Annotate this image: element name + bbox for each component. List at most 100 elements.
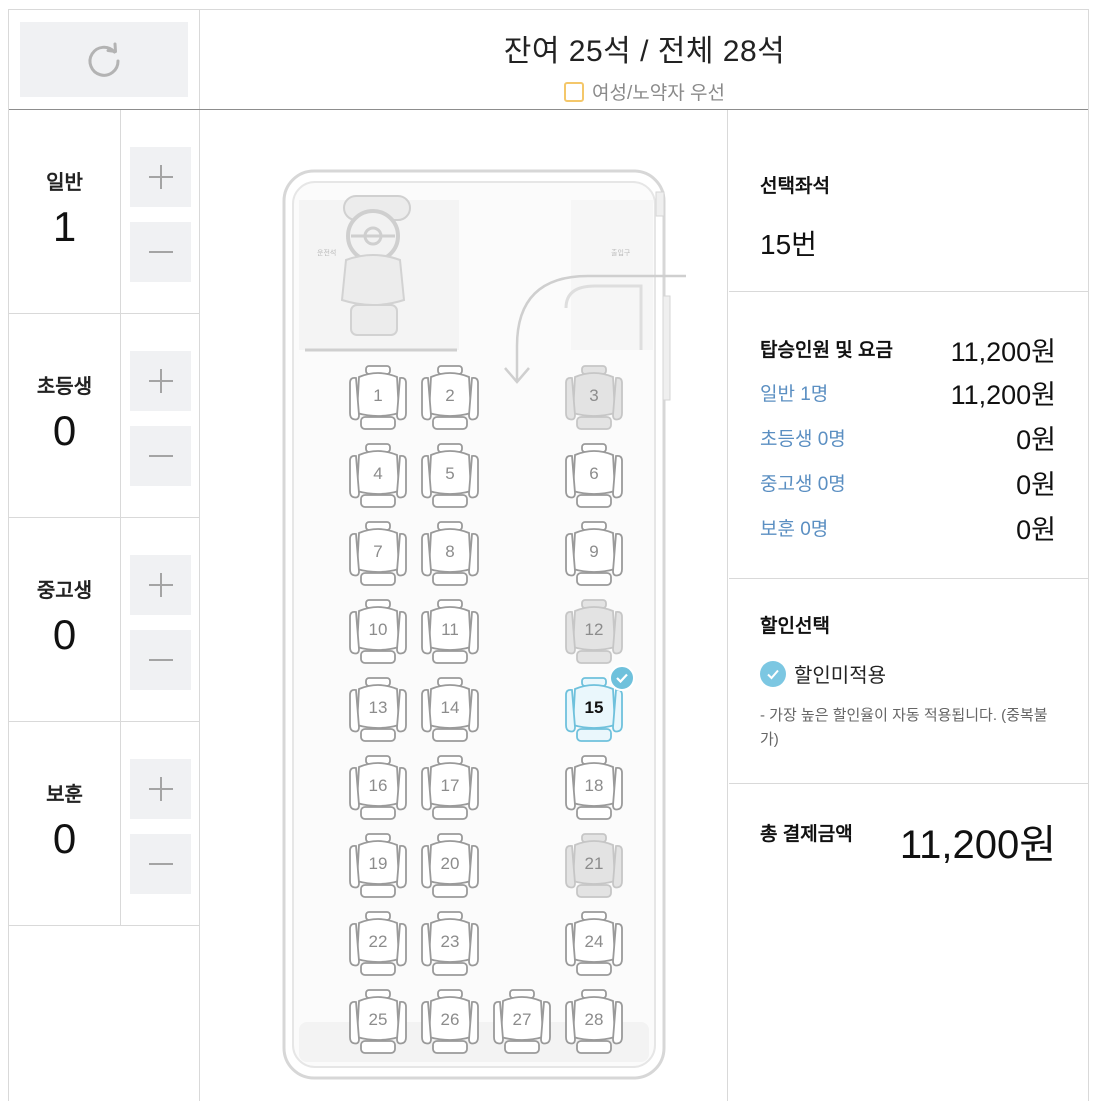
total-section: 총 결제금액 11,200원 xyxy=(729,784,1088,984)
passenger-counters: 일반 1 초등생 0 중고생 0 보훈 0 xyxy=(9,110,200,1101)
seat-26[interactable]: 26 xyxy=(419,987,481,1057)
seat-27[interactable]: 27 xyxy=(491,987,553,1057)
seat-number: 10 xyxy=(368,620,388,639)
driver-seat-label: 운전석 xyxy=(317,248,336,257)
seat-11[interactable]: 11 xyxy=(419,597,481,667)
fare-header-row: 탑승인원 및 요금 11,200원 xyxy=(760,330,1056,370)
counter-label: 중고생 xyxy=(36,580,93,602)
discount-option-none[interactable]: 할인미적용 xyxy=(760,659,886,688)
seat-number: 11 xyxy=(441,620,459,639)
seat-number: 3 xyxy=(589,386,599,405)
seat-23[interactable]: 23 xyxy=(419,909,481,979)
seat-number: 6 xyxy=(589,464,599,483)
priority-legend-label: 여성/노약자 우선 xyxy=(592,83,725,104)
seat-20[interactable]: 20 xyxy=(419,831,481,901)
fare-value: 11,200원 xyxy=(950,380,1056,410)
seat-number: 8 xyxy=(445,542,455,561)
seat-15[interactable]: 15 xyxy=(563,665,635,745)
counter-value: 0 xyxy=(52,815,77,862)
seat-6[interactable]: 6 xyxy=(563,441,625,511)
discount-note: - 가장 높은 할인율이 자동 적용됩니다. (중복불가) xyxy=(760,707,1048,748)
seat-number: 28 xyxy=(584,1010,604,1029)
fare-row-veteran: 보훈 0명 0원 xyxy=(760,511,1056,551)
counter-label: 일반 xyxy=(46,172,83,194)
checkmark-icon xyxy=(609,665,635,691)
counter-secondary: 중고생 0 xyxy=(9,518,199,722)
plus-icon xyxy=(148,369,173,393)
fare-label: 일반 1명 xyxy=(760,384,829,405)
counter-general: 일반 1 xyxy=(9,110,199,314)
increment-veteran-button[interactable] xyxy=(130,759,191,819)
seat-number: 20 xyxy=(440,854,460,873)
seat-14[interactable]: 14 xyxy=(419,675,481,745)
seat-number: 2 xyxy=(445,386,455,405)
seat-19[interactable]: 19 xyxy=(347,831,409,901)
decrement-general-button[interactable] xyxy=(130,222,191,282)
seat-12: 12 xyxy=(563,597,625,667)
fare-label: 보훈 0명 xyxy=(760,519,829,540)
seat-13[interactable]: 13 xyxy=(347,675,409,745)
booking-frame: 잔여 25석 / 전체 28석 여성/노약자 우선 일반 1 초등생 0 중고생… xyxy=(8,9,1089,1101)
seat-24[interactable]: 24 xyxy=(563,909,625,979)
seat-3: 3 xyxy=(563,363,625,433)
seat-number: 22 xyxy=(368,932,388,951)
selected-seat-value: 15번 xyxy=(760,229,817,260)
counter-label: 보훈 xyxy=(46,784,83,806)
summary-panel: 선택좌석 15번 탑승인원 및 요금 11,200원 일반 1명 11,200원… xyxy=(729,110,1088,1101)
selected-seat-section: 선택좌석 15번 xyxy=(729,110,1088,292)
fare-row-secondary: 중고생 0명 0원 xyxy=(760,466,1056,506)
seat-18[interactable]: 18 xyxy=(563,753,625,823)
seat-25[interactable]: 25 xyxy=(347,987,409,1057)
decrement-elementary-button[interactable] xyxy=(130,426,191,486)
increment-general-button[interactable] xyxy=(130,147,191,207)
header: 잔여 25석 / 전체 28석 여성/노약자 우선 xyxy=(9,10,1088,110)
refresh-button[interactable] xyxy=(20,22,188,97)
seat-8[interactable]: 8 xyxy=(419,519,481,589)
seat-number: 17 xyxy=(440,776,460,795)
refresh-area xyxy=(9,10,200,109)
fare-label: 중고생 0명 xyxy=(760,474,846,495)
seat-number: 15 xyxy=(584,698,604,717)
fare-title: 탑승인원 및 요금 xyxy=(760,340,893,361)
selected-seat-title: 선택좌석 xyxy=(760,176,830,197)
seat-9[interactable]: 9 xyxy=(563,519,625,589)
minus-icon xyxy=(148,863,173,865)
counter-value: 0 xyxy=(52,407,77,454)
seat-16[interactable]: 16 xyxy=(347,753,409,823)
decrement-veteran-button[interactable] xyxy=(130,834,191,894)
seat-22[interactable]: 22 xyxy=(347,909,409,979)
seat-summary: 잔여 25석 / 전체 28석 여성/노약자 우선 xyxy=(201,10,1088,109)
seat-number: 27 xyxy=(512,1010,532,1029)
decrement-secondary-button[interactable] xyxy=(130,630,191,690)
entrance-label: 출입구 xyxy=(611,248,631,257)
fare-row-general: 일반 1명 11,200원 xyxy=(760,376,1056,416)
seat-2[interactable]: 2 xyxy=(419,363,481,433)
seat-10[interactable]: 10 xyxy=(347,597,409,667)
priority-legend: 여성/노약자 우선 xyxy=(564,78,725,105)
check-circle-icon xyxy=(760,660,786,687)
counter-label: 초등생 xyxy=(36,376,93,398)
seat-number: 16 xyxy=(368,776,388,795)
seat-28[interactable]: 28 xyxy=(563,987,625,1057)
discount-title: 할인선택 xyxy=(760,616,830,637)
seat-map: 운전석 출입구 1 2 3 4 5 6 7 8 9 10 11 12 13 14 15 16 17 18 19 20 2… xyxy=(201,110,728,1101)
discount-option-label: 할인미적용 xyxy=(794,665,886,687)
minus-icon xyxy=(148,251,173,253)
seat-number: 4 xyxy=(373,464,383,483)
seat-number: 19 xyxy=(368,854,388,873)
seat-number: 9 xyxy=(589,542,599,561)
seat-5[interactable]: 5 xyxy=(419,441,481,511)
seat-17[interactable]: 17 xyxy=(419,753,481,823)
refresh-icon xyxy=(88,42,120,77)
seat-1[interactable]: 1 xyxy=(347,363,409,433)
seat-4[interactable]: 4 xyxy=(347,441,409,511)
seat-number: 7 xyxy=(373,542,383,561)
seat-7[interactable]: 7 xyxy=(347,519,409,589)
plus-icon xyxy=(148,573,173,597)
increment-secondary-button[interactable] xyxy=(130,555,191,615)
seat-number: 12 xyxy=(584,620,604,639)
seat-number: 24 xyxy=(584,932,604,951)
discount-section: 할인선택 할인미적용 - 가장 높은 할인율이 자동 적용됩니다. (중복불가) xyxy=(729,579,1088,784)
increment-elementary-button[interactable] xyxy=(130,351,191,411)
seat-number: 1 xyxy=(373,386,383,405)
